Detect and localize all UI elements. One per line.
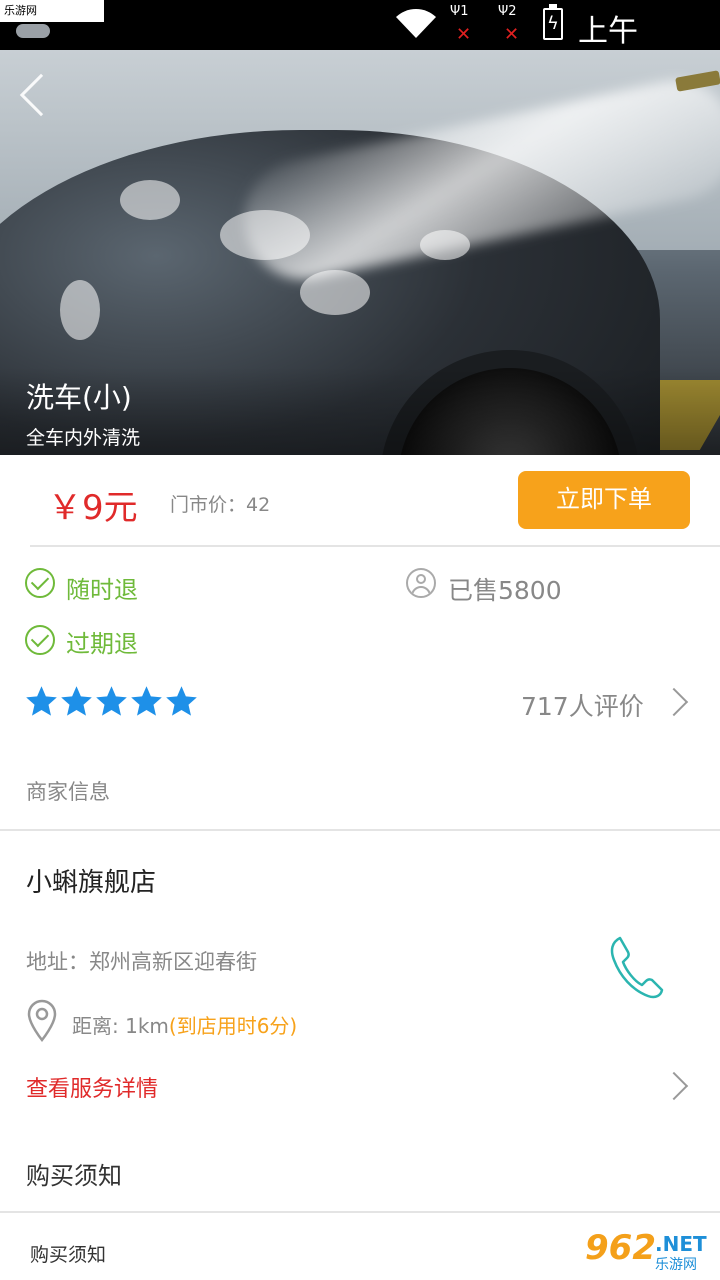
star-icon <box>61 686 92 716</box>
star-icon <box>96 686 127 716</box>
watermark-tag: 乐游网 www.962.net <box>0 0 104 39</box>
divider <box>0 829 720 831</box>
sim1-icon: Ψ1 ✕ <box>450 4 472 45</box>
star-icon <box>131 686 162 716</box>
refund-anytime-label: 随时退 <box>66 576 138 604</box>
divider <box>30 545 720 547</box>
shop-address: 地址：郑州高新区迎春街 <box>26 950 257 974</box>
merchant-section-title: 商家信息 <box>26 780 110 804</box>
travel-time: (到店用时6分) <box>168 1014 298 1038</box>
sim2-icon: Ψ2 ✕ <box>498 4 520 45</box>
store-price: 门市价：42 <box>170 494 271 516</box>
price: ￥9元 <box>48 488 138 528</box>
purchase-notes-tab[interactable]: 购买须知 <box>30 1240 106 1267</box>
wifi-icon <box>396 9 436 38</box>
hero-image: 洗车(小) 全车内外清洗 <box>0 50 720 455</box>
cloud-icon <box>16 24 50 38</box>
distance: 距离: 1km(到店用时6分) <box>72 1014 298 1038</box>
status-bar: 乐游网 www.962.net Ψ1✕ Ψ2✕ ϟ 上午10:19 <box>0 0 720 85</box>
view-service-details-link[interactable]: 查看服务详情 <box>26 1071 158 1103</box>
rating-stars <box>24 684 199 719</box>
order-now-button[interactable]: 立即下单 <box>518 471 690 529</box>
user-icon <box>406 568 436 598</box>
star-icon <box>26 686 57 716</box>
sold-count: 已售5800 <box>448 576 562 605</box>
chevron-right-icon[interactable] <box>659 687 689 717</box>
phone-icon[interactable] <box>606 932 664 1002</box>
review-count[interactable]: 717人评价 <box>521 687 644 723</box>
chevron-right-icon[interactable] <box>659 1071 689 1101</box>
check-circle-icon <box>25 568 55 598</box>
site-watermark-logo: 962 .NET 乐游网 <box>585 1228 707 1273</box>
refund-expired-label: 过期退 <box>66 630 138 658</box>
check-circle-icon <box>25 625 55 655</box>
shop-name: 小蝌旗舰店 <box>26 868 157 898</box>
location-pin-icon <box>27 999 57 1042</box>
battery-charging-icon: ϟ <box>543 4 563 40</box>
service-subtitle: 全车内外清洗 <box>26 427 141 449</box>
divider <box>0 1211 720 1213</box>
purchase-notes-title: 购买须知 <box>26 1162 122 1190</box>
service-title: 洗车(小) <box>26 381 132 414</box>
star-icon <box>166 686 197 716</box>
